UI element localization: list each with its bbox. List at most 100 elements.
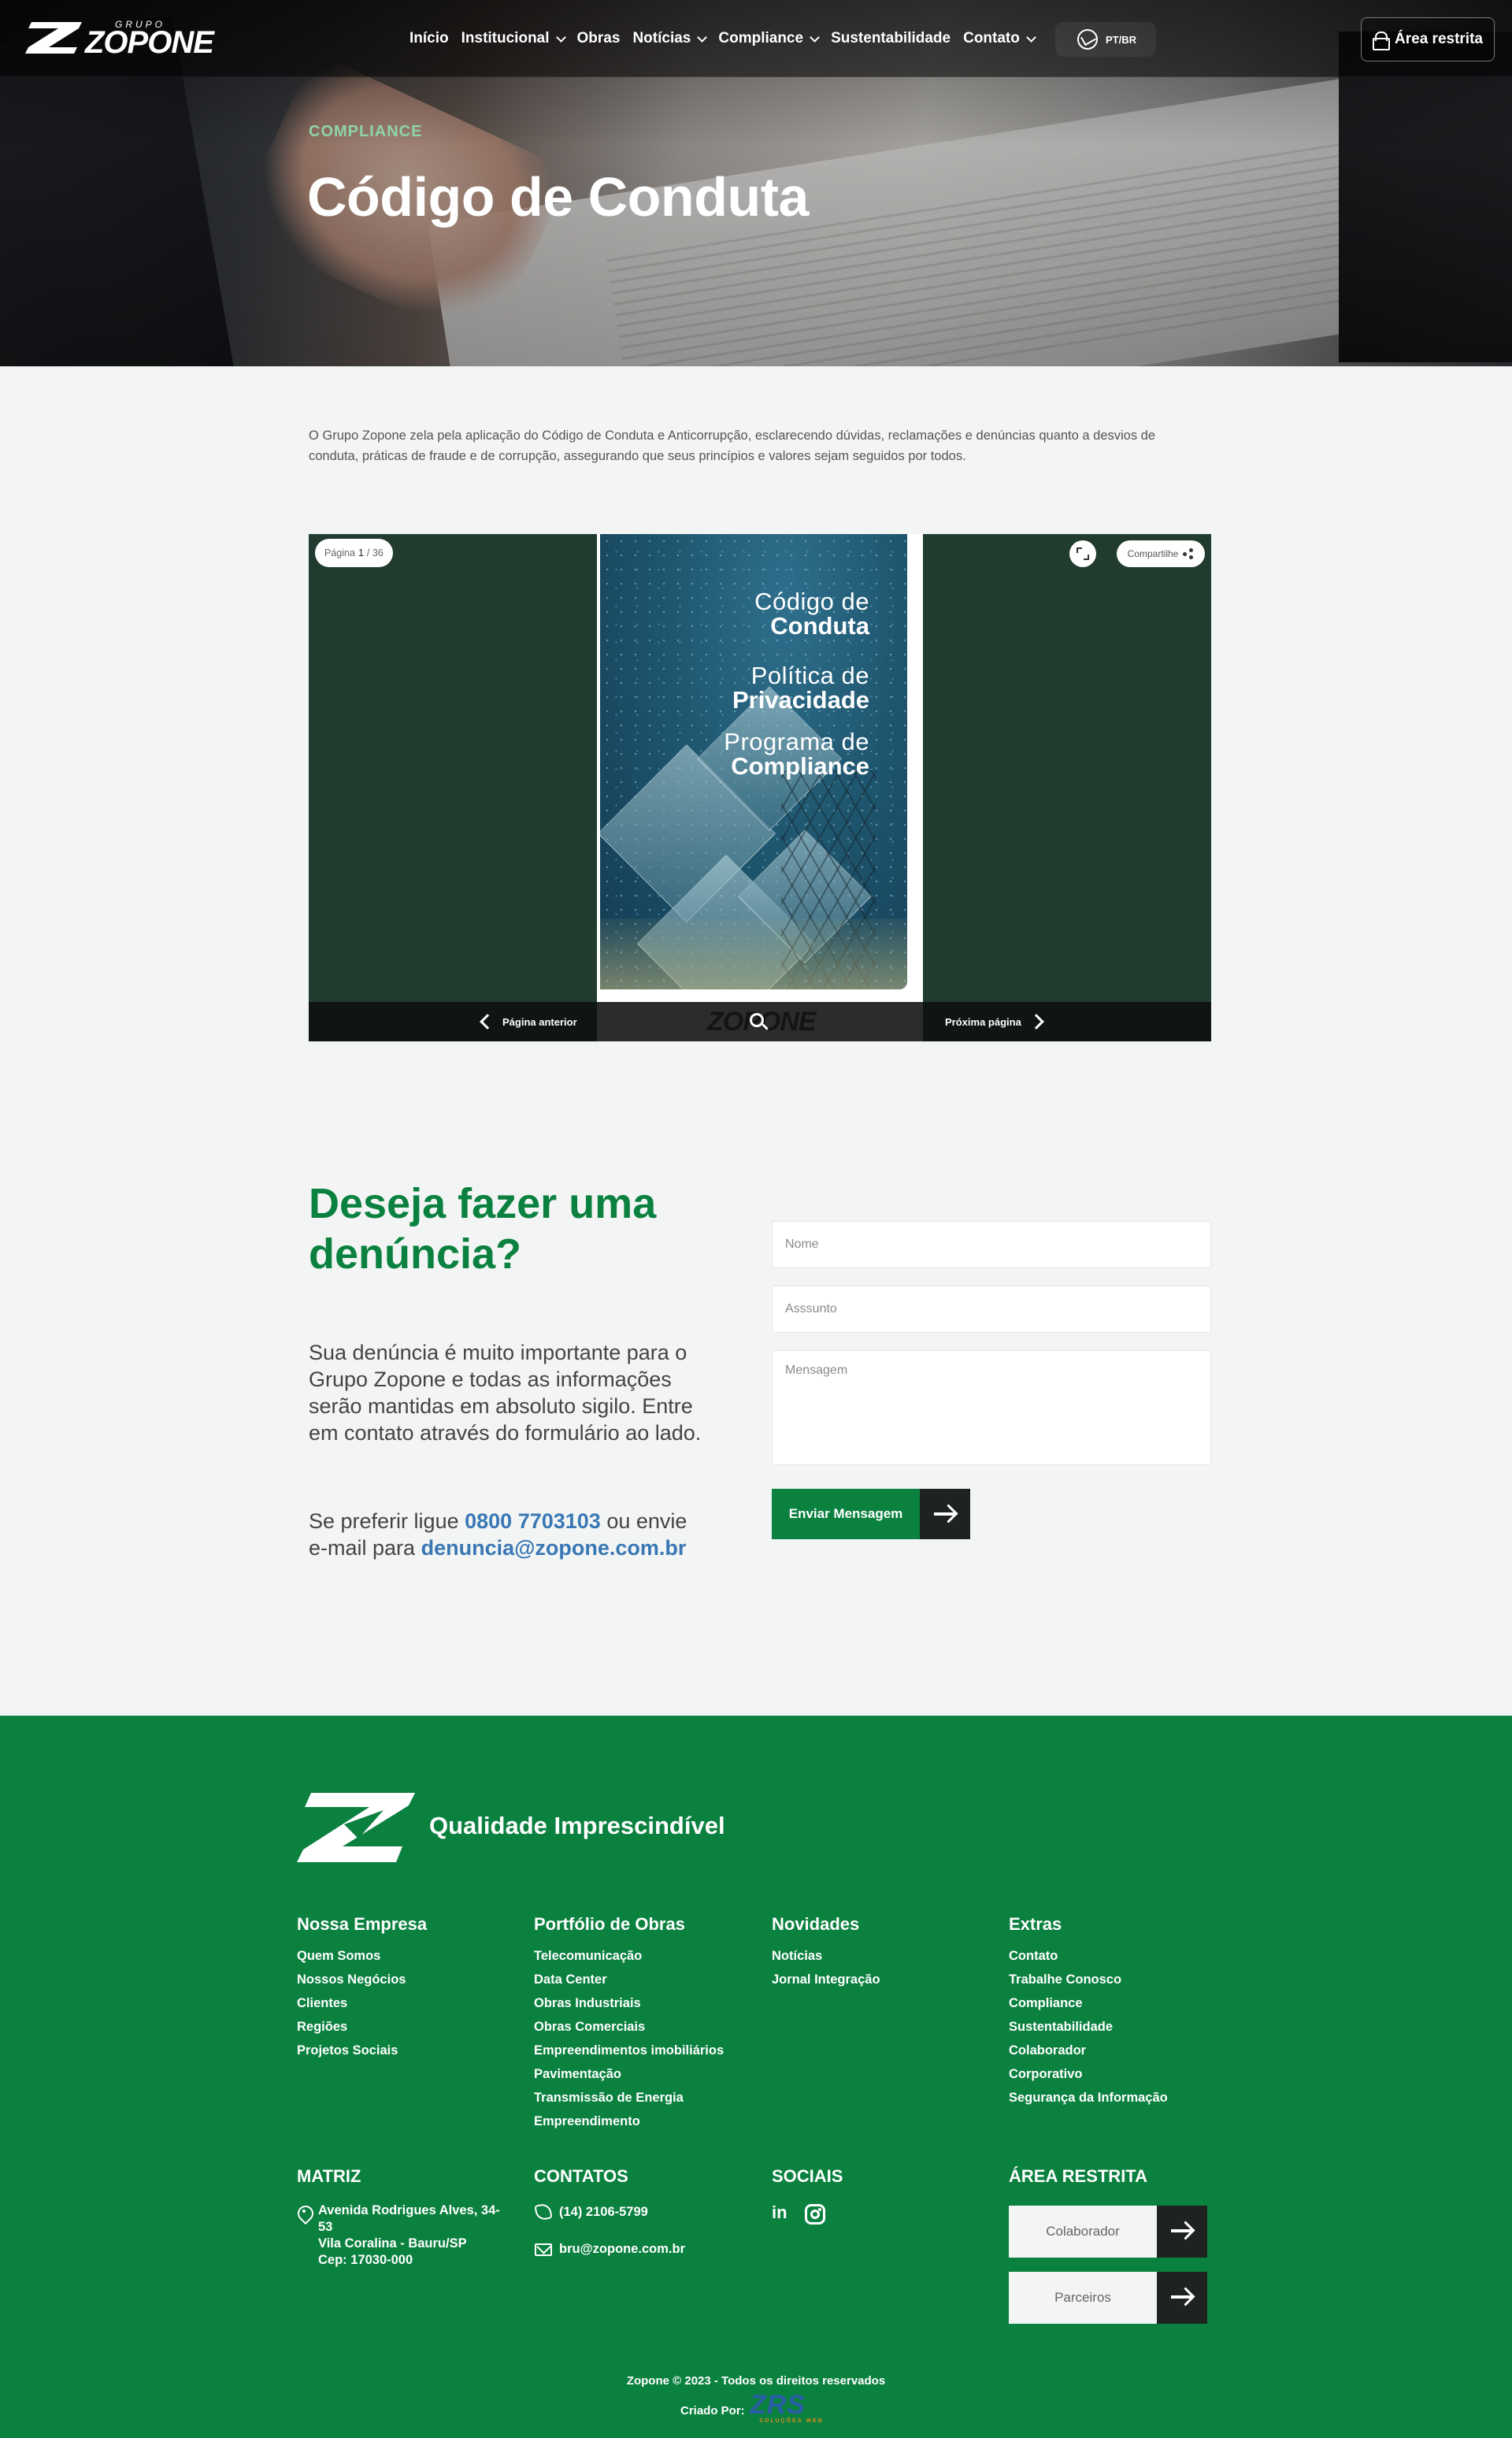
phone-icon bbox=[534, 2202, 553, 2221]
nav-item-label: Institucional bbox=[461, 30, 550, 46]
colaborador-button[interactable]: Colaborador bbox=[1009, 2206, 1207, 2258]
cover-title-bold: Privacidade bbox=[732, 686, 869, 714]
fullscreen-icon bbox=[1077, 547, 1089, 560]
contact-prefix: Se preferir ligue bbox=[309, 1509, 459, 1533]
footer-link[interactable]: Clientes bbox=[297, 1991, 525, 2015]
footer-slogan: Qualidade Imprescindível bbox=[429, 1812, 725, 1839]
nav-item-label: Contato bbox=[963, 30, 1020, 46]
cover-title-bold: Compliance bbox=[731, 752, 869, 780]
chevron-down-icon bbox=[1026, 32, 1036, 43]
restricted-area-button[interactable]: Área restrita bbox=[1361, 17, 1495, 61]
nav-item-institucional[interactable]: Institucional bbox=[461, 30, 566, 47]
zopone-z-icon bbox=[25, 22, 82, 54]
created-by-label: Criado Por: bbox=[680, 2404, 745, 2418]
address-line: Cep: 17030-000 bbox=[318, 2253, 413, 2267]
footer-link[interactable]: Colaborador bbox=[1009, 2039, 1237, 2062]
footer-link[interactable]: Notícias bbox=[772, 1944, 1000, 1968]
cover-title-light: Código de bbox=[754, 588, 869, 615]
main-nav: Início Institucional Obras Notícias Comp… bbox=[410, 27, 1036, 50]
restricted-area-title: ÁREA RESTRITA bbox=[1009, 2166, 1147, 2186]
footer-link[interactable]: Segurança da Informação bbox=[1009, 2086, 1237, 2110]
share-label: Compartilhe bbox=[1127, 548, 1179, 559]
footer-link[interactable]: Obras Comerciais bbox=[534, 2015, 762, 2039]
cover-ground bbox=[600, 918, 907, 989]
footer-link[interactable]: Contato bbox=[1009, 1944, 1237, 1968]
footer-link[interactable]: Trabalhe Conosco bbox=[1009, 1968, 1237, 1991]
location-pin-icon bbox=[298, 2206, 310, 2221]
address-line: Vila Coralina - Bauru/SP bbox=[318, 2236, 467, 2251]
zopone-logo[interactable]: GRUPO ZOPONE bbox=[25, 17, 214, 60]
intro-paragraph: O Grupo Zopone zela pela aplicação do Có… bbox=[309, 429, 1156, 463]
flipbook-left-page[interactable] bbox=[309, 534, 597, 1002]
share-button[interactable]: Compartilhe bbox=[1117, 540, 1205, 567]
send-message-button[interactable]: Enviar Mensagem bbox=[772, 1489, 970, 1539]
arrow-right-icon bbox=[1171, 2295, 1191, 2299]
mail-icon bbox=[535, 2243, 552, 2256]
flipbook-cover-page[interactable]: Código de Conduta Política de Privacidad… bbox=[597, 534, 923, 1002]
footer-email[interactable]: bru@zopone.com.br bbox=[559, 2241, 685, 2258]
nav-item-sustentabilidade[interactable]: Sustentabilidade bbox=[831, 30, 951, 47]
report-phone-link[interactable]: 0800 7703103 bbox=[465, 1509, 601, 1533]
footer-link[interactable]: Data Center bbox=[534, 1968, 762, 1991]
subject-field[interactable] bbox=[772, 1286, 1211, 1333]
name-field[interactable] bbox=[772, 1221, 1211, 1268]
message-field[interactable] bbox=[772, 1350, 1211, 1465]
nav-item-label: Obras bbox=[576, 30, 621, 46]
footer-link[interactable]: Empreendimentos imobiliários bbox=[534, 2039, 762, 2062]
fullscreen-button[interactable] bbox=[1069, 540, 1096, 567]
parceiros-button[interactable]: Parceiros bbox=[1009, 2272, 1207, 2324]
footer-link[interactable]: Jornal Integração bbox=[772, 1968, 1000, 1991]
send-message-label: Enviar Mensagem bbox=[772, 1489, 920, 1539]
footer-link[interactable]: Compliance bbox=[1009, 1991, 1237, 2015]
footer-column-title: Nossa Empresa bbox=[297, 1914, 428, 1934]
nav-item-obras[interactable]: Obras bbox=[577, 30, 621, 47]
flipbook-right-page[interactable] bbox=[923, 534, 1211, 1002]
cover-title-bold: Conduta bbox=[770, 612, 869, 640]
arrow-right-icon bbox=[934, 1512, 954, 1516]
next-page-button[interactable]: Próxima página bbox=[945, 1011, 1044, 1032]
previous-page-button[interactable]: Página anterior bbox=[480, 1011, 577, 1032]
footer-phone[interactable]: (14) 2106-5799 bbox=[559, 2204, 648, 2221]
footer-link[interactable]: Quem Somos bbox=[297, 1944, 525, 1968]
footer-link[interactable]: Pavimentação bbox=[534, 2062, 762, 2086]
instagram-icon[interactable] bbox=[805, 2204, 825, 2225]
report-email-link[interactable]: denuncia@zopone.com.br bbox=[421, 1536, 687, 1560]
footer-zopone-logo[interactable] bbox=[297, 1791, 415, 1864]
nav-item-inicio[interactable]: Início bbox=[410, 30, 449, 47]
language-label: PT/BR bbox=[1106, 33, 1136, 46]
footer-link[interactable]: Nossos Negócios bbox=[297, 1968, 525, 1991]
next-page-label: Próxima página bbox=[945, 1015, 1021, 1028]
nav-item-compliance[interactable]: Compliance bbox=[718, 30, 820, 47]
arrow-right-icon bbox=[1171, 2229, 1191, 2232]
footer-column-title: Novidades bbox=[772, 1914, 860, 1934]
footer-link[interactable]: Corporativo bbox=[1009, 2062, 1237, 2086]
flipbook-viewer: Código de Conduta Política de Privacidad… bbox=[309, 534, 1211, 1041]
parceiros-label: Parceiros bbox=[1009, 2272, 1157, 2324]
footer-link[interactable]: Projetos Sociais bbox=[297, 2039, 525, 2062]
colaborador-arrow-box bbox=[1157, 2206, 1207, 2258]
footer-link[interactable]: Obras Industriais bbox=[534, 1991, 762, 2015]
contacts-title: CONTATOS bbox=[534, 2166, 628, 2186]
nav-item-label: Notícias bbox=[632, 30, 691, 46]
page-counter-badge: Página 1 / 36 bbox=[315, 539, 393, 567]
footer-link[interactable]: Sustentabilidade bbox=[1009, 2015, 1237, 2039]
language-selector[interactable]: PT/BR bbox=[1055, 22, 1156, 57]
share-icon bbox=[1183, 548, 1194, 559]
zoom-button[interactable] bbox=[748, 1011, 770, 1033]
footer-link[interactable]: Telecomunicação bbox=[534, 1944, 762, 1968]
nav-item-label: Sustentabilidade bbox=[831, 30, 951, 46]
footer-link[interactable]: Regiões bbox=[297, 2015, 525, 2039]
page-counter-current: 1 bbox=[358, 547, 364, 558]
nav-item-contato[interactable]: Contato bbox=[963, 30, 1036, 47]
lock-icon bbox=[1373, 32, 1391, 50]
creator-logo[interactable]: ZRS SOLUÇÕES WEB bbox=[750, 2392, 833, 2426]
linkedin-icon[interactable]: in bbox=[772, 2202, 792, 2223]
footer-link[interactable]: Empreendimento bbox=[534, 2110, 762, 2133]
footer-link[interactable]: Transmissão de Energia bbox=[534, 2086, 762, 2110]
globe-icon bbox=[1077, 29, 1098, 50]
footer-column-extras: Extras Contato Trabalhe Conosco Complian… bbox=[1009, 1914, 1237, 2110]
cover-title-programa: Programa de Compliance bbox=[724, 729, 869, 778]
nav-item-noticias[interactable]: Notícias bbox=[632, 30, 708, 47]
social-title: SOCIAIS bbox=[772, 2166, 843, 2186]
top-navigation-bar: GRUPO ZOPONE Início Institucional Obras … bbox=[0, 0, 1512, 77]
